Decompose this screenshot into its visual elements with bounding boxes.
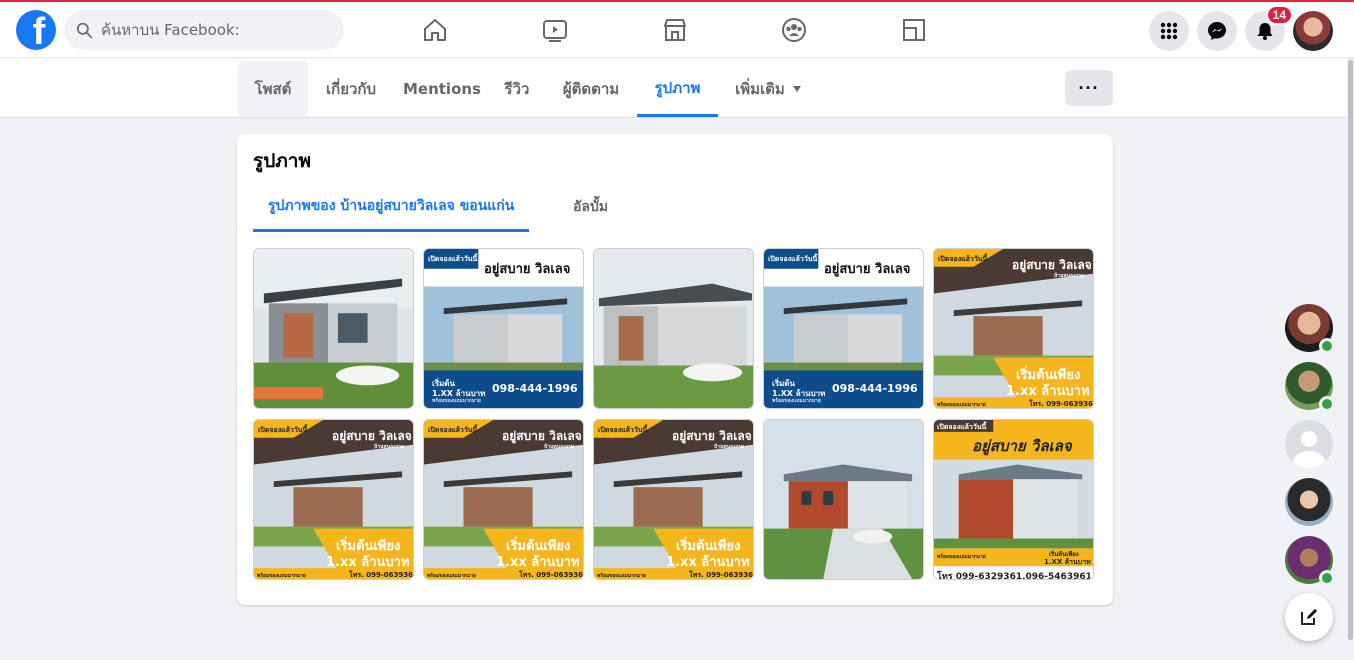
phone-text: โทร. 099-0639361 — [689, 571, 754, 579]
tab-about[interactable]: เกี่ยวกับ — [310, 61, 392, 117]
price-note: พร้อมของแถมมากมาย — [772, 398, 821, 404]
notifications-button[interactable]: 14 — [1245, 5, 1293, 51]
brand-subtitle-text: บ้านหนองงาม — [374, 444, 405, 450]
new-message-button[interactable] — [1285, 593, 1333, 641]
promo-line-2: 1.xx ล้านบาท — [1006, 384, 1090, 399]
watch-icon — [543, 20, 567, 42]
marketplace-nav-button[interactable] — [619, 6, 731, 54]
brand-title-text: อยู่สบาย วิลเลจ — [972, 437, 1072, 455]
brand-subtitle-text: บ้านหนองงาม — [714, 444, 745, 450]
tab-photos-of-page[interactable]: รูปภาพของ บ้านอยู่สบายวิลเลจ ขอนแก่น — [253, 182, 530, 232]
gaming-icon — [903, 19, 925, 41]
photos-section-title: รูปภาพ — [253, 150, 311, 172]
banner-tag-text: เปิดจองแล้ววันนี้ — [258, 426, 308, 434]
phone-text: โทร. 099-0639361 — [1029, 400, 1094, 408]
photo-thumbnail[interactable]: เปิดจองแล้ววันนี้ อยู่สบาย วิลเลจ เริ่มต… — [423, 248, 584, 409]
photo-grid: เปิดจองแล้ววันนี้ อยู่สบาย วิลเลจ เริ่มต… — [253, 248, 1094, 580]
banner-tag-text: เปิดจองแล้ววันนี้ — [598, 426, 648, 434]
gaming-nav-button[interactable] — [858, 6, 970, 54]
banner-tag-text: เปิดจองแล้ววันนี้ — [768, 255, 818, 263]
photo-thumbnail[interactable]: เปิดจองแล้ววันนี้ อยู่สบาย วิลเลจ บ้านหน… — [593, 419, 754, 580]
messenger-icon — [1208, 22, 1226, 40]
marketplace-icon — [664, 19, 686, 41]
promo-line-2: 1.xx ล้านบาท — [326, 555, 410, 570]
house-render-image — [254, 249, 413, 408]
footer-note: พร้อมของแถมมากมาย — [427, 573, 476, 579]
promo-line-2: 1.xx ล้านบาท — [666, 555, 750, 570]
photos-card: รูปภาพ รูปภาพของ บ้านอยู่สบายวิลเลจ ขอนแ… — [237, 134, 1113, 605]
search-icon — [76, 22, 93, 38]
banner-tag-text: เปิดจองแล้ววันนี้ — [937, 423, 987, 431]
contact-avatar[interactable] — [1285, 478, 1333, 526]
tab-reviews[interactable]: รีวิว — [494, 61, 540, 117]
photo-thumbnail[interactable] — [253, 248, 414, 409]
photo-thumbnail[interactable]: เปิดจองแล้ววันนี้ อยู่สบาย วิลเลจ บ้านหน… — [933, 248, 1094, 409]
last-price-line-2: 1.XX ล้านบาท — [1044, 558, 1091, 566]
default-user-icon — [1293, 431, 1325, 468]
contact-avatar[interactable] — [1285, 304, 1335, 354]
house-render-image — [594, 249, 753, 408]
groups-nav-button[interactable] — [738, 6, 850, 54]
scrollbar-thumb[interactable] — [1348, 60, 1353, 640]
photo-thumbnail[interactable]: เปิดจองแล้ววันนี้ อยู่สบาย วิลเลจ บ้านหน… — [423, 419, 584, 580]
watch-nav-button[interactable] — [499, 6, 611, 54]
facebook-logo-icon[interactable]: f — [16, 10, 56, 50]
online-status-indicator — [1319, 338, 1335, 354]
photo-thumbnail[interactable] — [763, 419, 924, 580]
banner-tag-text: เปิดจองแล้ววันนี้ — [428, 255, 478, 263]
search-input[interactable] — [101, 21, 331, 39]
compose-icon — [1301, 609, 1317, 625]
brand-subtitle-text: บ้านหนองงาม — [544, 444, 575, 450]
photo-thumbnail[interactable]: เปิดจองแล้ววันนี้ อยู่สบาย วิลเลจ บ้านหน… — [253, 419, 414, 580]
tab-albums[interactable]: อัลบั้ม — [557, 182, 624, 232]
photo-thumbnail[interactable]: เปิดจองแล้ววันนี้ อยู่สบาย วิลเลจ เริ่มต… — [763, 248, 924, 409]
tab-posts[interactable]: โพสต์ — [238, 61, 308, 117]
tab-photos[interactable]: รูปภาพ — [637, 61, 718, 117]
phone-text: 098-444-1996 — [492, 382, 578, 395]
groups-icon — [782, 18, 806, 42]
top-navigation-bar: f 14 — [0, 0, 1354, 57]
more-options-button[interactable]: ··· — [1065, 70, 1113, 106]
brand-title-text: อยู่สบาย วิลเลจ — [824, 262, 911, 277]
tab-mentions[interactable]: Mentions — [398, 61, 486, 117]
home-icon — [424, 19, 446, 41]
phone-text: 098-444-1996 — [832, 382, 918, 395]
tab-followers[interactable]: ผู้ติดตาม — [550, 61, 632, 117]
grid-menu-icon — [1160, 22, 1178, 40]
photo-thumbnail[interactable]: เปิดจองแล้ววันนี้ อยู่สบาย วิลเลจ พร้อมข… — [933, 419, 1094, 580]
photo-thumbnail[interactable] — [593, 248, 754, 409]
search-box[interactable] — [64, 10, 344, 50]
price-note: พร้อมของแถมมากมาย — [937, 554, 986, 560]
banner-tag-text: เปิดจองแล้ววันนี้ — [938, 255, 988, 263]
online-status-indicator — [1319, 396, 1335, 412]
brand-subtitle-text: บ้านหนองงาม — [1054, 273, 1085, 279]
notification-count-badge: 14 — [1265, 5, 1293, 25]
banner-tag-text: เปิดจองแล้ววันนี้ — [428, 426, 478, 434]
footer-note: พร้อมของแถมมากมาย — [257, 573, 306, 579]
house-render-image — [764, 420, 923, 579]
contact-avatar[interactable] — [1285, 536, 1335, 586]
messenger-button[interactable] — [1197, 11, 1237, 51]
profile-tab-bar: โพสต์ เกี่ยวกับ Mentions รีวิว ผู้ติดตาม… — [0, 57, 1354, 118]
contact-avatar[interactable] — [1285, 362, 1335, 412]
footer-note: พร้อมของแถมมากมาย — [597, 573, 646, 579]
account-avatar[interactable] — [1293, 11, 1333, 51]
phone-text: โทร. 099-0639361 — [349, 571, 414, 579]
footer-note: พร้อมของแถมมากมาย — [937, 402, 986, 408]
phone-text: โทร. 099-0639361 — [519, 571, 584, 579]
home-nav-button[interactable] — [379, 6, 491, 54]
tab-more[interactable]: เพิ่มเติม — [724, 61, 812, 117]
caret-down-icon — [792, 86, 801, 92]
promo-line-2: 1.xx ล้านบาท — [496, 555, 580, 570]
phone-text: โทร 099-6329361,096-5463961 — [937, 572, 1092, 580]
price-note: พร้อมของแถมมากมาย — [432, 398, 481, 404]
online-status-indicator — [1319, 570, 1335, 586]
tab-more-label: เพิ่มเติม — [735, 80, 785, 98]
menu-button[interactable] — [1149, 11, 1189, 51]
brand-title-text: อยู่สบาย วิลเลจ — [484, 262, 571, 277]
contact-avatar[interactable] — [1285, 420, 1333, 468]
